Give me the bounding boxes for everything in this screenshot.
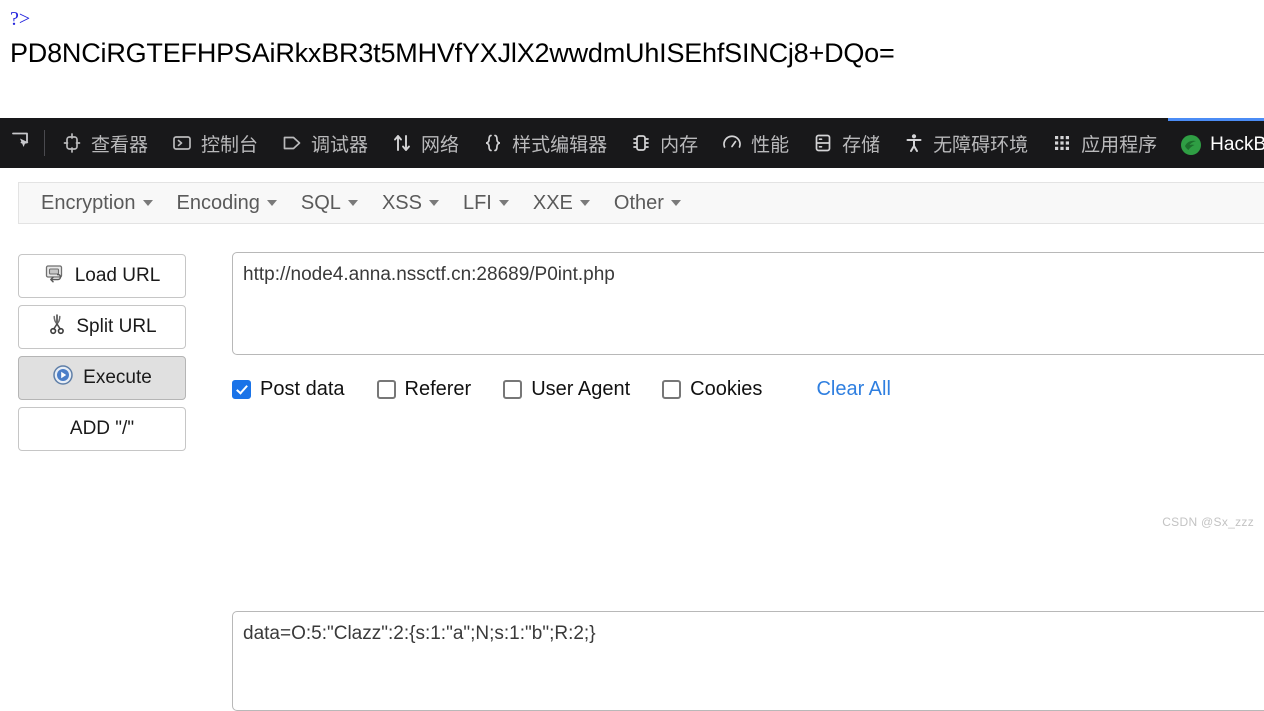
menu-xss[interactable]: XSS — [370, 188, 451, 219]
tab-inspector-label: 查看器 — [91, 134, 149, 156]
url-input[interactable] — [232, 252, 1264, 355]
clear-all-link[interactable]: Clear All — [816, 378, 890, 401]
hackbar-button-column: Load URL Split URL Execute ADD "/" — [18, 254, 186, 458]
element-picker-icon — [10, 129, 34, 158]
menu-lfi-label: LFI — [462, 191, 492, 214]
page-output-area: ?> PD8NCiRGTEFHPSAiRkxBR3t5MHVfYXJlX2wwd… — [0, 0, 1264, 118]
menu-xxe-label: XXE — [532, 191, 573, 214]
option-user-agent[interactable]: User Agent — [503, 378, 630, 401]
option-cookies[interactable]: Cookies — [662, 378, 762, 401]
load-url-label: Load URL — [74, 265, 161, 286]
tab-console-label: 控制台 — [201, 134, 259, 156]
tab-memory-label: 内存 — [660, 134, 699, 156]
tab-storage-label: 存储 — [842, 134, 881, 156]
performance-icon — [720, 131, 744, 155]
tab-memory[interactable]: 内存 — [618, 118, 709, 168]
post-data-checkbox[interactable] — [232, 379, 251, 399]
tab-hackbar-label: HackB — [1210, 133, 1264, 155]
storage-icon — [811, 131, 835, 155]
scissors-icon — [47, 313, 67, 341]
execute-label: Execute — [83, 367, 152, 388]
csdn-watermark: CSDN @Sx_zzz — [1162, 515, 1254, 529]
menu-encryption-label: Encryption — [41, 191, 136, 214]
load-url-icon — [44, 263, 66, 289]
menu-lfi[interactable]: LFI — [451, 188, 521, 219]
chevron-down-icon — [498, 200, 509, 206]
console-icon — [170, 131, 194, 155]
tab-accessibility[interactable]: 无障碍环境 — [891, 118, 1039, 168]
debugger-icon — [280, 131, 304, 155]
menu-other-label: Other — [613, 191, 664, 214]
tab-network[interactable]: 网络 — [379, 118, 470, 168]
chevron-down-icon — [266, 200, 277, 206]
application-icon — [1050, 131, 1074, 155]
chevron-down-icon — [428, 200, 439, 206]
menu-xss-label: XSS — [381, 191, 422, 214]
hackbar-icon — [1179, 133, 1203, 157]
request-options-row: Post data Referer User Agent Cookies Cle… — [232, 373, 891, 405]
tab-storage[interactable]: 存储 — [800, 118, 891, 168]
base64-output-text: PD8NCiRGTEFHPSAiRkxBR3t5MHVfYXJlX2wwdmUh… — [10, 38, 895, 68]
tab-inspector[interactable]: 查看器 — [49, 118, 159, 168]
tab-performance[interactable]: 性能 — [709, 118, 800, 168]
menu-encoding-label: Encoding — [176, 191, 260, 214]
tab-debugger-label: 调试器 — [311, 134, 369, 156]
tab-accessibility-label: 无障碍环境 — [933, 134, 1029, 156]
menu-xxe[interactable]: XXE — [521, 188, 602, 219]
split-url-button[interactable]: Split URL — [18, 305, 186, 349]
php-close-tag-text: ?> — [10, 8, 31, 30]
toolbar-divider — [44, 130, 45, 156]
user-agent-checkbox[interactable] — [503, 379, 523, 399]
inspector-icon — [60, 131, 84, 155]
memory-icon — [629, 131, 653, 155]
referer-checkbox[interactable] — [376, 379, 396, 399]
add-slash-button[interactable]: ADD "/" — [18, 407, 186, 451]
tab-network-label: 网络 — [421, 134, 460, 156]
cookies-label: Cookies — [690, 377, 763, 400]
post-data-label: Post data — [260, 377, 345, 400]
style-editor-icon — [481, 131, 505, 155]
tab-performance-label: 性能 — [751, 134, 790, 156]
network-icon — [390, 131, 414, 155]
tab-debugger[interactable]: 调试器 — [269, 118, 379, 168]
cookies-checkbox[interactable] — [662, 379, 682, 399]
chevron-down-icon — [670, 200, 681, 206]
load-url-button[interactable]: Load URL — [18, 254, 186, 298]
chevron-down-icon — [579, 200, 590, 206]
chevron-down-icon — [347, 200, 358, 206]
menu-sql[interactable]: SQL — [289, 188, 370, 219]
referer-label: Referer — [404, 377, 472, 400]
tab-console[interactable]: 控制台 — [159, 118, 269, 168]
tab-style-editor[interactable]: 样式编辑器 — [470, 118, 618, 168]
execute-button[interactable]: Execute — [18, 356, 186, 400]
tab-style-editor-label: 样式编辑器 — [512, 134, 608, 156]
split-url-label: Split URL — [76, 316, 157, 337]
chevron-down-icon — [142, 200, 153, 206]
tab-hackbar[interactable]: HackB — [1168, 118, 1264, 168]
hackbar-menu-bar: Encryption Encoding SQL XSS LFI XXE Othe… — [18, 182, 1264, 224]
element-picker-button[interactable] — [0, 118, 44, 168]
user-agent-label: User Agent — [531, 377, 631, 400]
option-post-data[interactable]: Post data — [232, 378, 345, 401]
option-referer[interactable]: Referer — [376, 377, 472, 401]
devtools-toolbar: 查看器 控制台 调试器 网络 样式编辑器 内存 性能 存储 无障碍环境 应用程序… — [0, 118, 1264, 168]
tab-application[interactable]: 应用程序 — [1039, 118, 1168, 168]
tab-application-label: 应用程序 — [1081, 134, 1158, 156]
hackbar-panel: Encryption Encoding SQL XSS LFI XXE Othe… — [0, 168, 1264, 711]
post-data-input[interactable] — [232, 611, 1264, 711]
menu-encryption[interactable]: Encryption — [29, 188, 165, 219]
menu-sql-label: SQL — [300, 191, 341, 214]
menu-other[interactable]: Other — [602, 188, 693, 219]
menu-encoding[interactable]: Encoding — [165, 188, 289, 219]
add-slash-label: ADD "/" — [69, 418, 135, 439]
play-icon — [52, 364, 74, 392]
accessibility-icon — [902, 131, 926, 155]
